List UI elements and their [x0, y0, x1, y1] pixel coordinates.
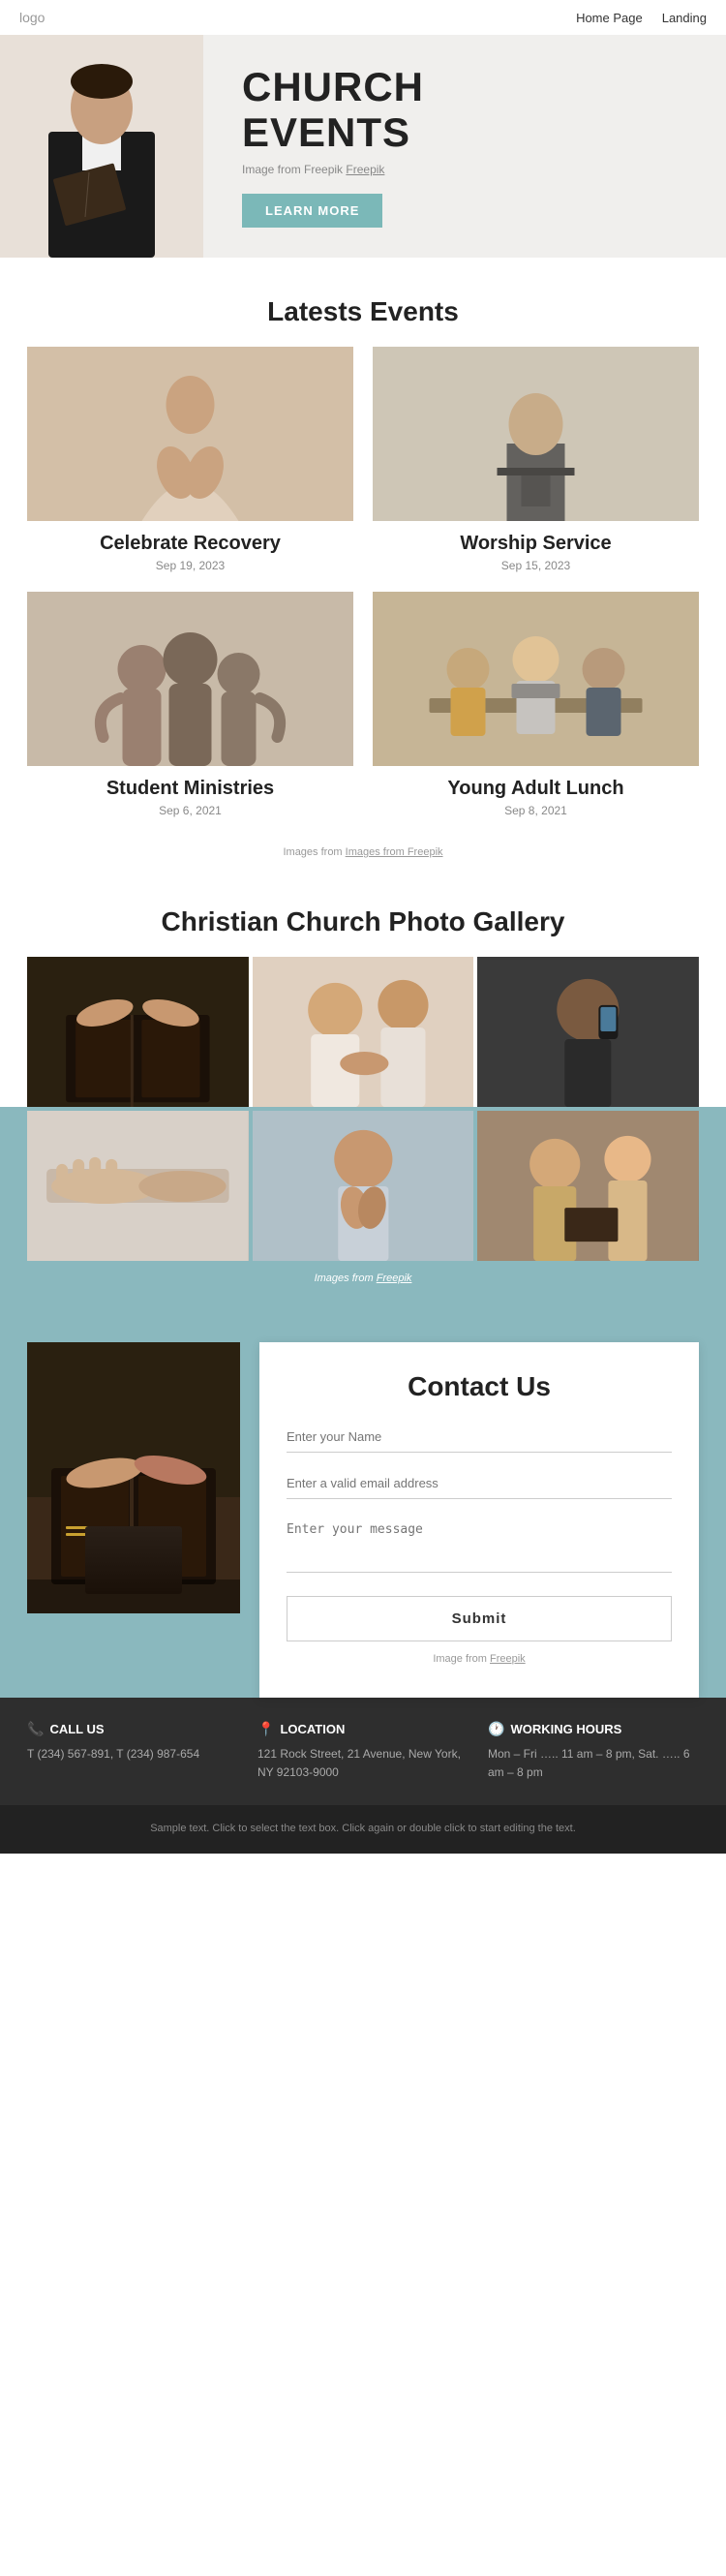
contact-freepik-note: Image from Freepik: [287, 1641, 672, 1669]
contact-name-input[interactable]: [287, 1422, 672, 1453]
hero-freepik-link[interactable]: Freepik: [346, 163, 384, 176]
latest-events-title: Latests Events: [0, 258, 726, 347]
phone-icon: 📞: [27, 1721, 44, 1737]
contact-email-input[interactable]: [287, 1468, 672, 1499]
footer-col-location-text: 121 Rock Street, 21 Avenue, New York, NY…: [257, 1745, 469, 1782]
contact-message-input[interactable]: [287, 1515, 672, 1573]
footer-col-hours-text: Mon – Fri ….. 11 am – 8 pm, Sat. ….. 6 a…: [488, 1745, 699, 1782]
hero-learn-more-button[interactable]: LEARN MORE: [242, 194, 382, 228]
gallery-item-2: [253, 957, 474, 1107]
gallery-title: Christian Church Photo Gallery: [0, 868, 726, 957]
event-image-1: [27, 347, 353, 521]
event-image-2: [373, 347, 699, 521]
event-card-student-ministries: Student Ministries Sep 6, 2021: [27, 592, 353, 817]
gallery-item-4: [27, 1111, 249, 1261]
footer-col-hours: 🕐 WORKING HOURS Mon – Fri ….. 11 am – 8 …: [488, 1721, 699, 1782]
event-date-3: Sep 6, 2021: [159, 804, 222, 817]
contact-image: [27, 1342, 240, 1613]
event-image-3: [27, 592, 353, 766]
contact-submit-button[interactable]: Submit: [287, 1596, 672, 1641]
footer-col-location: 📍 LOCATION 121 Rock Street, 21 Avenue, N…: [257, 1721, 469, 1782]
events-grid: Celebrate Recovery Sep 19, 2023 Worship …: [0, 347, 726, 827]
gallery-freepik-note: Images from Freepik: [27, 1261, 699, 1303]
contact-form-title: Contact Us: [287, 1371, 672, 1402]
contact-freepik-link[interactable]: Freepik: [490, 1653, 526, 1665]
hero-title: CHURCH EVENTS: [242, 65, 424, 154]
hero-image-credit: Image from Freepik Freepik: [242, 163, 384, 176]
event-name-3: Student Ministries: [106, 778, 274, 800]
nav-home[interactable]: Home Page: [576, 11, 643, 25]
event-name-4: Young Adult Lunch: [447, 778, 623, 800]
gallery-bottom-grid: [27, 1111, 699, 1261]
events-freepik-link[interactable]: Images from Freepik: [346, 846, 443, 858]
navbar: logo Home Page Landing: [0, 0, 726, 35]
nav-links: Home Page Landing: [576, 11, 707, 25]
logo: logo: [19, 10, 45, 25]
clock-icon: 🕐: [488, 1721, 504, 1737]
hero-content: CHURCH EVENTS Image from Freepik Freepik…: [203, 36, 726, 256]
event-name-2: Worship Service: [460, 533, 611, 555]
hero-image: [0, 35, 203, 258]
footer-info-bar: 📞 CALL US T (234) 567-891, T (234) 987-6…: [0, 1698, 726, 1805]
hero-person-svg: [0, 35, 203, 258]
footer-bottom: Sample text. Click to select the text bo…: [0, 1805, 726, 1854]
contact-form-box: Contact Us Submit Image from Freepik: [259, 1342, 699, 1698]
location-icon: 📍: [257, 1721, 274, 1737]
contact-section: Contact Us Submit Image from Freepik: [0, 1303, 726, 1698]
hero-section: CHURCH EVENTS Image from Freepik Freepik…: [0, 35, 726, 258]
gallery-item-1: [27, 957, 249, 1107]
event-card-celebrate-recovery: Celebrate Recovery Sep 19, 2023: [27, 347, 353, 572]
event-date-2: Sep 15, 2023: [501, 559, 570, 572]
contact-form: Submit: [287, 1422, 672, 1641]
event-image-4: [373, 592, 699, 766]
latest-events-section: Latests Events Celebrate Recovery Sep 19…: [0, 258, 726, 868]
footer-col-hours-title: 🕐 WORKING HOURS: [488, 1721, 699, 1737]
footer-col-call-text: T (234) 567-891, T (234) 987-654: [27, 1745, 238, 1763]
nav-landing[interactable]: Landing: [662, 11, 707, 25]
event-card-young-adult-lunch: Young Adult Lunch Sep 8, 2021: [373, 592, 699, 817]
event-card-worship-service: Worship Service Sep 15, 2023: [373, 347, 699, 572]
events-freepik-note: Images from Images from Freepik: [0, 827, 726, 868]
gallery-bg-section: Images from Freepik: [0, 1107, 726, 1303]
contact-bible-svg: [27, 1342, 240, 1613]
gallery-section: Christian Church Photo Gallery: [0, 868, 726, 1303]
footer-col-location-title: 📍 LOCATION: [257, 1721, 469, 1737]
gallery-item-6: [477, 1111, 699, 1261]
gallery-freepik-link[interactable]: Freepik: [377, 1273, 412, 1284]
gallery-item-5: [253, 1111, 474, 1261]
event-date-4: Sep 8, 2021: [504, 804, 567, 817]
footer-col-call-title: 📞 CALL US: [27, 1721, 238, 1737]
event-date-1: Sep 19, 2023: [156, 559, 225, 572]
footer-col-call: 📞 CALL US T (234) 567-891, T (234) 987-6…: [27, 1721, 238, 1782]
gallery-top-grid: [0, 957, 726, 1107]
event-name-1: Celebrate Recovery: [100, 533, 281, 555]
footer-bottom-text: Sample text. Click to select the text bo…: [15, 1821, 711, 1838]
gallery-item-3: [477, 957, 699, 1107]
